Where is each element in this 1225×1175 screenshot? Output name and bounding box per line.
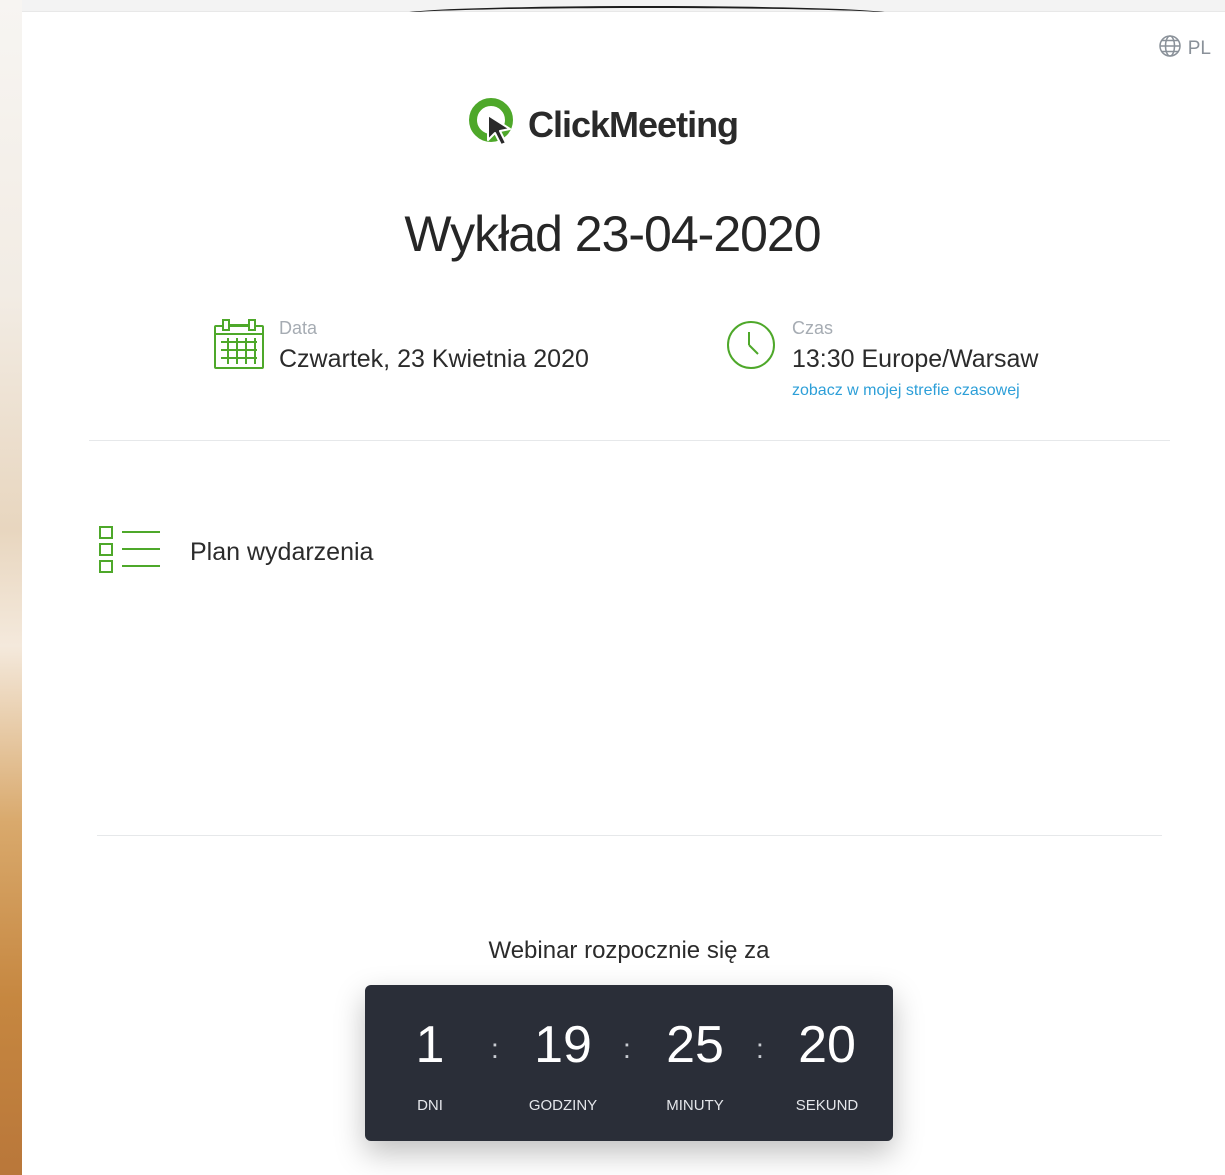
countdown-seconds: 20 SEKUND <box>772 985 882 1114</box>
countdown-days: 1 DNI <box>375 985 485 1114</box>
local-timezone-link[interactable]: zobacz w mojej strefie czasowej <box>792 382 1038 400</box>
background-edge <box>0 0 22 1175</box>
countdown-hours: 19 GODZINY <box>508 985 618 1114</box>
top-bar <box>22 0 1225 12</box>
seconds-label: SEKUND <box>795 1097 859 1114</box>
agenda-list-icon <box>98 524 162 581</box>
clickmeeting-logo[interactable]: ClickMeeting <box>466 95 739 154</box>
countdown-title: Webinar rozpocznie się za <box>488 937 770 964</box>
seconds-value: 20 <box>798 1016 856 1074</box>
section-divider-2 <box>97 835 1162 836</box>
agenda-section[interactable]: Plan wydarzenia <box>98 524 373 581</box>
days-label: DNI <box>417 1097 443 1114</box>
date-info: Data Czwartek, 23 Kwietnia 2020 <box>213 318 589 377</box>
time-value: 13:30 Europe/Warsaw <box>792 345 1039 373</box>
countdown-separator: : <box>491 1033 499 1064</box>
minutes-label: MINUTY <box>666 1097 724 1114</box>
globe-icon <box>1158 34 1182 64</box>
days-value: 1 <box>415 1016 445 1074</box>
calendar-icon <box>213 318 265 377</box>
language-code: PL <box>1187 38 1211 59</box>
section-divider <box>89 440 1170 441</box>
hours-value: 19 <box>534 1016 592 1074</box>
minutes-value: 25 <box>666 1016 724 1074</box>
clock-icon <box>726 318 778 400</box>
logo-text: ClickMeeting <box>528 103 739 145</box>
countdown-separator: : <box>623 1033 631 1064</box>
date-value: Czwartek, 23 Kwietnia 2020 <box>279 345 589 373</box>
time-label: Czas <box>792 318 834 338</box>
agenda-label: Plan wydarzenia <box>190 538 374 566</box>
event-title: Wykład 23-04-2020 <box>404 206 821 262</box>
countdown-minutes: 25 MINUTY <box>640 985 750 1114</box>
countdown-timer: 1 DNI : 19 GODZINY : 25 MINUTY : 20 SEKU… <box>365 985 893 1141</box>
language-switcher[interactable]: PL <box>1158 34 1211 64</box>
time-info: Czas 13:30 Europe/Warsaw zobacz w mojej … <box>726 318 1038 400</box>
logo-mark-icon <box>466 95 520 154</box>
hours-label: GODZINY <box>528 1097 598 1114</box>
countdown-separator: : <box>756 1033 764 1064</box>
date-label: Data <box>279 318 318 338</box>
